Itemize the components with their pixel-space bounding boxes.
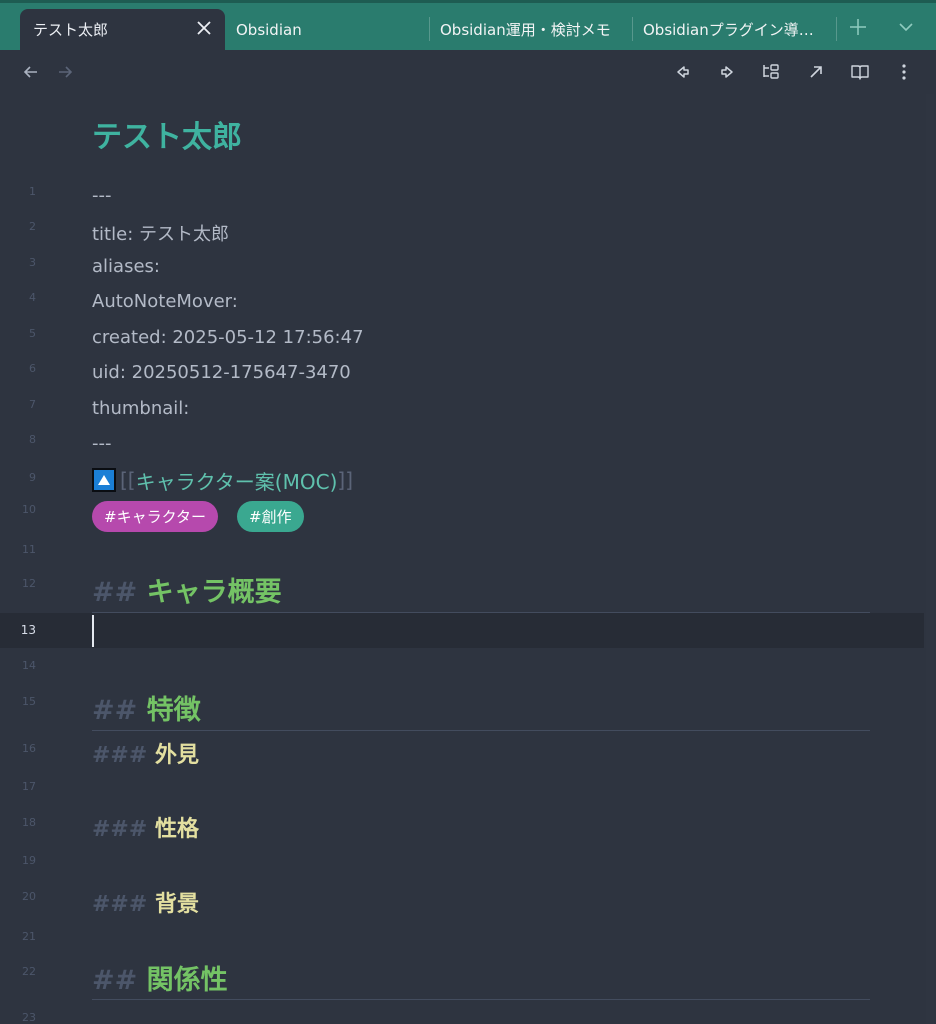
heading-personality[interactable]: ### 性格 [92, 811, 199, 843]
back-arrow-icon[interactable] [21, 62, 41, 82]
tab-obsidian-ops-memo[interactable]: Obsidian運用・検討メモ [440, 9, 626, 50]
line-number: 4 [29, 291, 36, 304]
scrollbar[interactable] [926, 94, 934, 1024]
up-arrow-emoji-icon [92, 468, 116, 492]
line-number: 22 [22, 965, 36, 978]
line-number: 9 [29, 471, 36, 484]
open-link-arrow-icon[interactable] [806, 62, 826, 82]
view-header [0, 50, 936, 94]
line-number: 16 [22, 742, 36, 755]
line-number: 3 [29, 256, 36, 269]
frontmatter-title[interactable]: title: テスト太郎 [92, 220, 229, 246]
line-number: 21 [22, 930, 36, 943]
heading-marker: ## [92, 695, 138, 726]
line-number: 18 [22, 816, 36, 829]
tab-divider [836, 17, 837, 41]
internal-link[interactable]: キャラクター案(MOC) [136, 466, 338, 495]
previous-note-icon[interactable] [673, 62, 693, 82]
heading-background[interactable]: ### 背景 [92, 886, 199, 918]
new-tab-plus-icon[interactable] [848, 17, 868, 37]
more-options-icon[interactable] [894, 62, 914, 82]
reading-view-book-icon[interactable] [850, 62, 870, 82]
line-number: 2 [29, 220, 36, 233]
frontmatter-separator[interactable]: --- [92, 433, 112, 454]
inline-title[interactable]: テスト太郎 [92, 118, 242, 158]
line-number: 20 [22, 890, 36, 903]
frontmatter-aliases[interactable]: aliases: [92, 256, 160, 277]
heading-marker: ## [92, 965, 138, 996]
tab-bar: テスト太郎 Obsidian Obsidian運用・検討メモ Obsidianプ… [0, 0, 936, 50]
line-number: 13 [20, 623, 36, 637]
heading-marker: ### [92, 743, 148, 768]
heading-underline [92, 999, 870, 1000]
next-note-icon[interactable] [717, 62, 737, 82]
link-close-bracket: ]] [337, 468, 353, 492]
line-number: 1 [29, 185, 36, 198]
line-number: 5 [29, 327, 36, 340]
heading-text: 性格 [154, 817, 199, 842]
line-number: 23 [22, 1011, 36, 1024]
heading-appearance[interactable]: ### 外見 [92, 737, 199, 769]
close-icon[interactable] [195, 19, 213, 37]
chevron-down-icon[interactable] [897, 19, 915, 35]
frontmatter-thumbnail[interactable]: thumbnail: [92, 398, 189, 419]
line-number: 7 [29, 398, 36, 411]
heading-text: キャラ概要 [146, 577, 282, 608]
tab-label: テスト太郎 [33, 21, 109, 39]
moc-link-line: [[ キャラクター案(MOC) ]] [92, 466, 353, 494]
line-number: 17 [22, 780, 36, 793]
tab-obsidian[interactable]: Obsidian [236, 9, 426, 50]
link-open-bracket: [[ [120, 468, 136, 492]
heading-text: 背景 [154, 892, 199, 917]
line-number: 10 [22, 503, 36, 516]
heading-marker: ## [92, 577, 138, 608]
heading-underline [92, 730, 870, 731]
heading-overview[interactable]: ## キャラ概要 [92, 570, 282, 609]
triangle-up-icon [98, 475, 110, 485]
tab-divider [429, 17, 430, 41]
heading-underline [92, 612, 870, 613]
tag-creation[interactable]: #創作 [237, 501, 304, 532]
heading-text: 外見 [154, 743, 199, 768]
tab-obsidian-plugin[interactable]: Obsidianプラグイン導… [643, 9, 831, 50]
line-number: 19 [22, 854, 36, 867]
active-line-highlight [0, 613, 924, 648]
forward-arrow-icon[interactable] [55, 62, 75, 82]
line-number: 12 [22, 577, 36, 590]
heading-text: 特徴 [146, 695, 201, 726]
outline-tree-icon[interactable] [761, 62, 781, 82]
text-cursor [92, 615, 94, 647]
heading-marker: ### [92, 892, 148, 917]
line-number: 6 [29, 362, 36, 375]
line-number: 14 [22, 659, 36, 672]
heading-text: 関係性 [146, 965, 228, 996]
tab-test-taro[interactable]: テスト太郎 [20, 9, 225, 50]
tab-label: Obsidianプラグイン導… [643, 21, 814, 39]
frontmatter-created[interactable]: created: 2025-05-12 17:56:47 [92, 327, 364, 348]
heading-marker: ### [92, 817, 148, 842]
tab-label: Obsidian運用・検討メモ [440, 21, 611, 39]
frontmatter-separator[interactable]: --- [92, 185, 112, 206]
line-number: 8 [29, 433, 36, 446]
line-number: 15 [22, 695, 36, 708]
frontmatter-autonotemover[interactable]: AutoNoteMover: [92, 291, 238, 312]
heading-features[interactable]: ## 特徴 [92, 688, 201, 727]
frontmatter-uid[interactable]: uid: 20250512-175647-3470 [92, 362, 351, 383]
tab-divider [632, 17, 633, 41]
tag-character[interactable]: #キャラクター [92, 501, 218, 532]
heading-relations[interactable]: ## 関係性 [92, 958, 228, 997]
tab-label: Obsidian [236, 20, 302, 39]
line-number: 11 [22, 543, 36, 556]
